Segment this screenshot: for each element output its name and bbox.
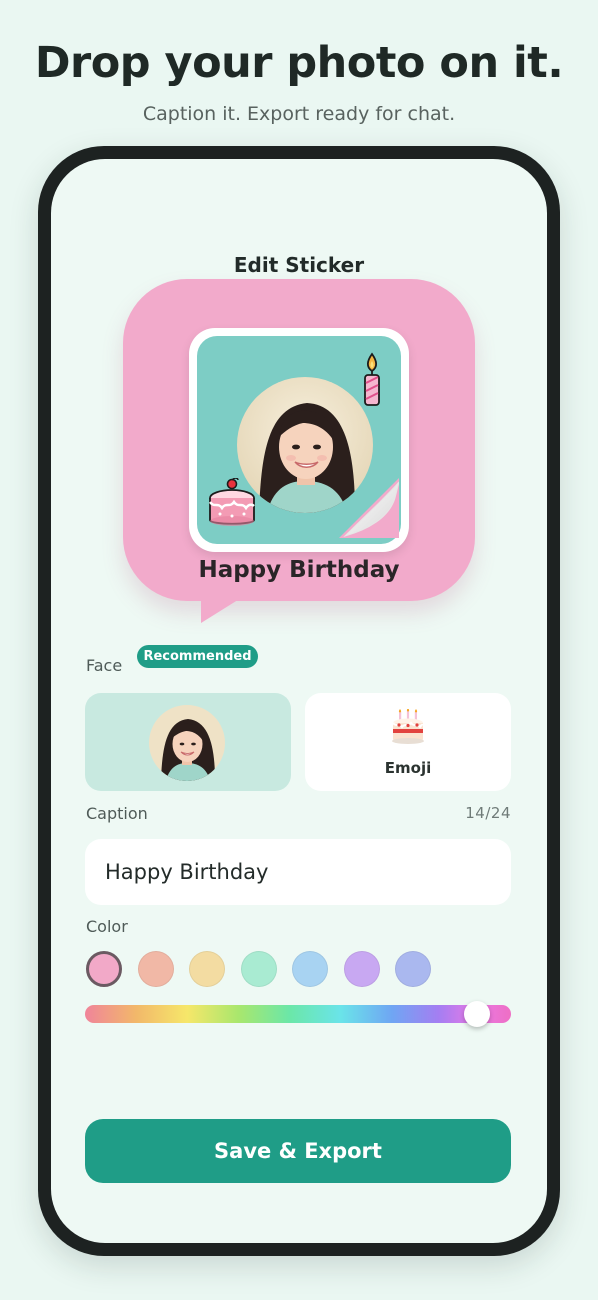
- phone-screen: Edit Sticker Happy Birthday Face Recomme…: [51, 159, 547, 1243]
- caption-label: Caption: [86, 804, 148, 823]
- color-swatch[interactable]: [86, 951, 122, 987]
- color-label: Color: [86, 917, 128, 936]
- candle-icon: [364, 352, 380, 406]
- face-thumbnail: [149, 705, 225, 781]
- color-swatch[interactable]: [395, 951, 431, 987]
- color-swatch[interactable]: [137, 951, 174, 987]
- face-option-photo[interactable]: [85, 693, 291, 791]
- hero-title: Drop your photo on it.: [34, 38, 564, 88]
- face-option-emoji[interactable]: Emoji: [305, 693, 511, 791]
- cake-icon: [208, 478, 255, 526]
- sticker-card[interactable]: [189, 328, 409, 552]
- color-swatch[interactable]: [292, 951, 328, 987]
- page-curl-icon: [339, 478, 399, 538]
- face-label: Face: [86, 656, 123, 675]
- hero-subtitle: Caption it. Export ready for chat.: [142, 103, 456, 125]
- cake-emoji-icon: [392, 709, 424, 744]
- phone-frame: Edit Sticker Happy Birthday Face Recomme…: [38, 146, 560, 1256]
- recommended-badge: Recommended: [137, 645, 258, 668]
- color-swatch[interactable]: [240, 951, 277, 987]
- sticker-preview[interactable]: Happy Birthday: [123, 279, 475, 623]
- emoji-option-label: Emoji: [384, 759, 432, 777]
- hue-slider[interactable]: [85, 1001, 511, 1027]
- sticker-caption: Happy Birthday: [198, 557, 400, 583]
- color-swatch[interactable]: [343, 951, 380, 987]
- speech-bubble-tail: [201, 593, 249, 623]
- caption-input[interactable]: Happy Birthday: [85, 839, 511, 905]
- screen-title: Edit Sticker: [233, 253, 365, 277]
- hue-slider-thumb[interactable]: [463, 1001, 490, 1027]
- save-export-button[interactable]: Save & Export: [85, 1119, 511, 1183]
- color-swatch[interactable]: [189, 951, 225, 987]
- caption-char-count: 14/24: [465, 804, 511, 822]
